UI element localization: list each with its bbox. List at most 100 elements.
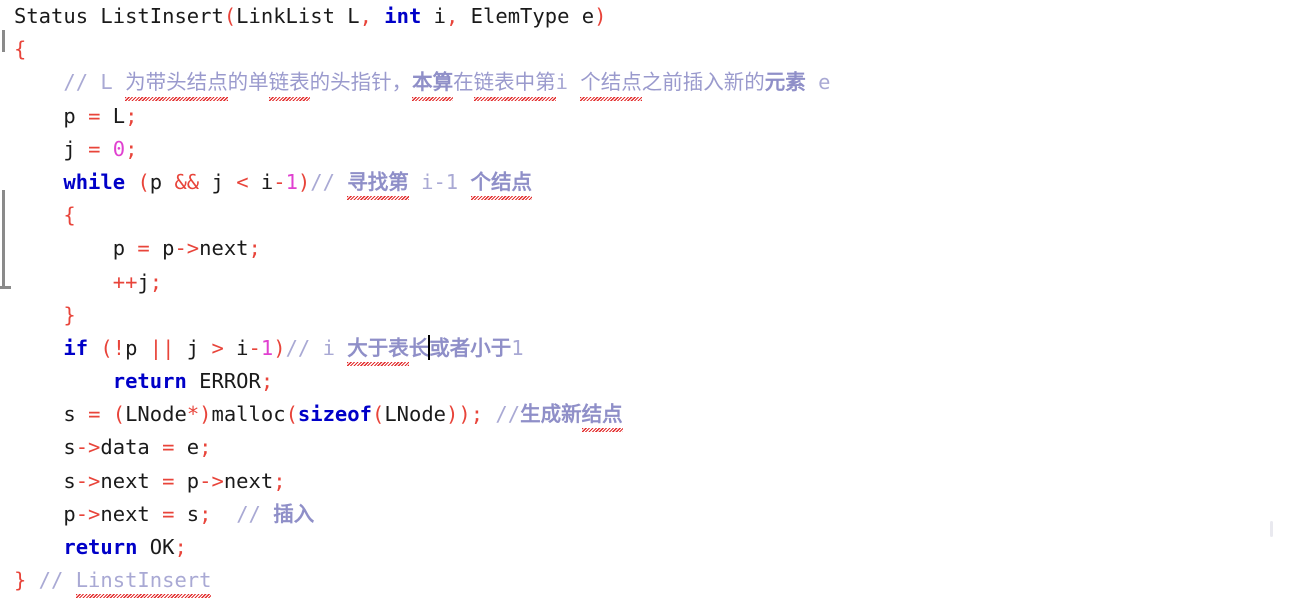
- spellcheck-underline: 链表中第: [473, 66, 556, 101]
- code-token: //: [236, 501, 274, 526]
- code-token: =: [162, 501, 175, 526]
- code-token: >: [211, 335, 224, 360]
- code-token: //: [26, 568, 76, 593]
- code-token: ERROR: [186, 369, 261, 394]
- code-token: int: [384, 4, 422, 28]
- code-line[interactable]: p = p->next;: [0, 232, 1299, 265]
- code-line[interactable]: Status ListInsert(LinkList L, int i, Ele…: [0, 0, 1299, 33]
- code-token: ,: [359, 4, 372, 28]
- code-token: 寻找: [347, 169, 389, 194]
- code-token: malloc: [211, 402, 286, 427]
- code-line[interactable]: p = L;: [0, 100, 1299, 133]
- code-token: !: [112, 335, 126, 360]
- code-token: ;: [199, 435, 212, 460]
- code-token: 1: [260, 335, 274, 360]
- code-token: ;: [174, 535, 187, 559]
- code-token: p: [174, 468, 200, 493]
- code-token: }: [63, 302, 76, 327]
- fold-bar-while-body[interactable]: [2, 190, 5, 286]
- code-token: 生成新: [520, 402, 582, 427]
- code-token: ++: [112, 269, 138, 294]
- code-token: 长: [408, 335, 430, 360]
- code-token: *: [186, 402, 200, 427]
- code-line[interactable]: return ERROR;: [0, 365, 1299, 398]
- code-token: p: [149, 169, 175, 194]
- code-token: ): [594, 4, 607, 28]
- code-token: return: [63, 535, 138, 559]
- code-line[interactable]: j = 0;: [0, 133, 1299, 166]
- spellcheck-underline: 本算: [412, 66, 454, 101]
- code-line[interactable]: s->data = e;: [0, 431, 1299, 464]
- fold-bar-function-body[interactable]: [2, 30, 5, 52]
- code-token: e: [805, 70, 831, 95]
- code-token: OK: [137, 535, 175, 559]
- code-line[interactable]: // L 为带头结点的单链表的头指针，本算在链表中第i 个结点之前插入新的元素 …: [0, 66, 1299, 101]
- code-token: (: [223, 4, 237, 28]
- code-token: ->: [75, 435, 101, 460]
- code-token: next: [223, 468, 274, 493]
- code-line[interactable]: ++j;: [0, 266, 1299, 299]
- code-token: j: [174, 335, 212, 360]
- spellcheck-underline: 个结点: [580, 66, 642, 101]
- spellcheck-underline: LinstInsert: [75, 564, 211, 598]
- code-token: s: [14, 435, 76, 460]
- code-token: sizeof: [297, 402, 372, 427]
- code-token: =: [162, 435, 175, 460]
- code-token: // L: [63, 70, 126, 95]
- spellcheck-underline: 个结点: [470, 166, 532, 201]
- code-token: 结点: [581, 402, 623, 427]
- code-token: 本算: [412, 70, 454, 95]
- code-token: ->: [174, 236, 200, 261]
- code-token: =: [137, 236, 150, 261]
- code-token: {: [63, 203, 76, 228]
- code-token: p: [14, 103, 89, 128]
- code-token: LinkList L: [236, 4, 360, 28]
- code-token: i: [421, 4, 446, 28]
- code-token: s: [14, 468, 76, 493]
- code-line[interactable]: if (!p || j > i-1)// i 大于表长或者小于1: [0, 332, 1299, 367]
- code-token: next: [100, 501, 163, 526]
- code-token: )): [446, 402, 471, 427]
- code-token: i-1: [408, 169, 471, 194]
- spellcheck-underline: 结点: [581, 398, 623, 433]
- code-line[interactable]: {: [0, 33, 1299, 66]
- code-line[interactable]: {: [0, 199, 1299, 232]
- code-token: ->: [75, 468, 101, 493]
- code-content[interactable]: Status ListInsert(LinkList L, int i, Ele…: [0, 0, 1299, 598]
- code-token: 第: [388, 169, 409, 194]
- code-token: 之前插入新的: [641, 70, 765, 95]
- code-editor[interactable]: Status ListInsert(LinkList L, int i, Ele…: [0, 0, 1299, 598]
- code-line[interactable]: while (p && j < i-1)// 寻找第 i-1 个结点: [0, 166, 1299, 201]
- code-token: p: [149, 236, 175, 261]
- code-line[interactable]: s = (LNode*)malloc(sizeof(LNode)); //生成新…: [0, 398, 1299, 433]
- code-token: Status: [14, 4, 101, 28]
- code-token: 的单: [227, 70, 269, 95]
- spellcheck-underline: 第: [388, 166, 409, 201]
- fold-end-tick-while-body[interactable]: [0, 286, 11, 289]
- code-token: ;: [470, 402, 484, 427]
- code-token: ->: [75, 501, 101, 526]
- code-line[interactable]: } // LinstInsert: [0, 564, 1299, 598]
- code-line[interactable]: return OK;: [0, 531, 1299, 564]
- code-token: i: [555, 70, 581, 95]
- code-token: ;: [260, 369, 274, 394]
- code-token: ): [199, 402, 212, 427]
- code-token: j: [14, 136, 89, 161]
- code-token: 大于表: [347, 335, 409, 360]
- code-token: i: [322, 335, 348, 360]
- code-token: 1: [285, 169, 298, 194]
- code-token: (: [371, 402, 385, 427]
- code-line[interactable]: s->next = p->next;: [0, 465, 1299, 498]
- scrollbar-marker[interactable]: [1270, 521, 1273, 537]
- code-token: s: [174, 501, 200, 526]
- code-token: ;: [248, 236, 261, 261]
- code-token: ElemType e: [458, 4, 595, 28]
- code-line[interactable]: p->next = s; // 插入: [0, 498, 1299, 531]
- code-line[interactable]: }: [0, 299, 1299, 332]
